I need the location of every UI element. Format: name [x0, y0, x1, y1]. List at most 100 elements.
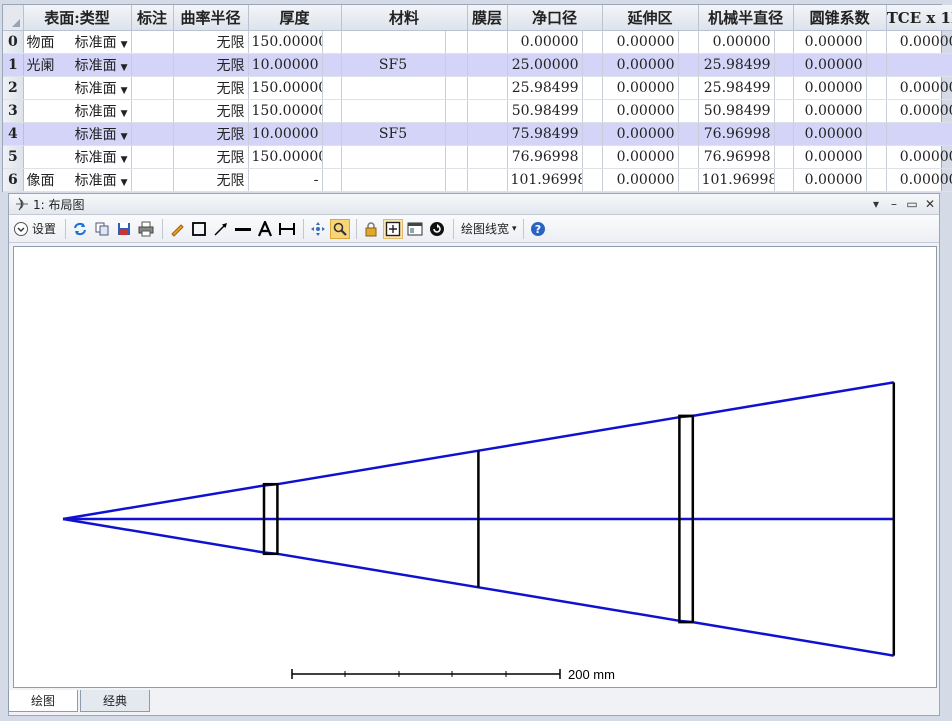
text-button[interactable]	[255, 219, 275, 239]
clear-solve-cell[interactable]	[582, 122, 603, 146]
mech-solve-cell[interactable]	[774, 53, 794, 77]
col-header-surface-type[interactable]: 表面:类型	[23, 5, 132, 31]
mech-solve-cell[interactable]	[774, 30, 794, 54]
table-row[interactable]: 6 像面 标准面 ▼ 无限 - 101.96998 0.00000 101.96998 0.000…	[3, 168, 952, 192]
conic-solve-cell[interactable]	[866, 76, 887, 100]
mech-solve-cell[interactable]	[774, 122, 794, 146]
table-row[interactable]: 1 光阑 标准面 ▼ 无限 10.00000 SF5 25.00000 0.00000 25.98…	[3, 53, 952, 77]
radius-cell[interactable]: 无限	[173, 30, 249, 54]
coating-cell[interactable]	[467, 76, 508, 100]
col-header-tce[interactable]: TCE x 1E-6	[886, 5, 952, 31]
mech-solve-cell[interactable]	[774, 76, 794, 100]
thickness-solve-cell[interactable]	[322, 99, 342, 123]
comment-cell[interactable]	[131, 99, 174, 123]
thickness-cell[interactable]: 150.00000	[248, 30, 323, 54]
conic-solve-cell[interactable]	[866, 30, 887, 54]
conic-cell[interactable]: 0.00000	[793, 122, 867, 146]
clear-solve-cell[interactable]	[582, 168, 603, 192]
clear-solve-cell[interactable]	[582, 53, 603, 77]
table-row[interactable]: 0 物面 标准面 ▼ 无限 150.00000 0.00000 0.00000 0.00000 0…	[3, 30, 952, 54]
thickness-solve-cell[interactable]	[322, 145, 342, 169]
settings-button[interactable]: 设置	[13, 219, 59, 239]
minimize-icon[interactable]: –	[885, 197, 903, 211]
coating-cell[interactable]	[467, 168, 508, 192]
material-solve-cell[interactable]	[445, 122, 468, 146]
radius-cell[interactable]: 无限	[173, 122, 249, 146]
tab-plot[interactable]: 绘图	[8, 690, 79, 712]
material-cell[interactable]: SF5	[341, 53, 446, 77]
col-header-chip-zone[interactable]: 延伸区	[602, 5, 699, 31]
mech-semi-dia-cell[interactable]: 76.96998	[698, 145, 775, 169]
material-cell[interactable]	[341, 99, 446, 123]
thickness-solve-cell[interactable]	[322, 53, 342, 77]
conic-cell[interactable]: 0.00000	[793, 99, 867, 123]
coating-cell[interactable]	[467, 53, 508, 77]
clear-solve-cell[interactable]	[582, 145, 603, 169]
window-titlebar[interactable]: 1: 布局图 ▾ – ▭ ✕	[9, 194, 939, 215]
mech-semi-dia-cell[interactable]: 0.00000	[698, 30, 775, 54]
chip-solve-cell[interactable]	[678, 145, 699, 169]
surface-number[interactable]: 6	[3, 168, 24, 192]
clear-semi-dia-cell[interactable]: 76.96998	[507, 145, 583, 169]
coating-cell[interactable]	[467, 99, 508, 123]
mech-solve-cell[interactable]	[774, 168, 794, 192]
chip-zone-cell[interactable]: 0.00000	[602, 122, 679, 146]
clear-semi-dia-cell[interactable]: 101.96998	[507, 168, 583, 192]
conic-solve-cell[interactable]	[866, 145, 887, 169]
line-button[interactable]	[233, 219, 253, 239]
surface-number[interactable]: 2	[3, 76, 24, 100]
clear-semi-dia-cell[interactable]: 25.00000	[507, 53, 583, 77]
chip-zone-cell[interactable]: 0.00000	[602, 168, 679, 192]
layout-plot-area[interactable]: 200 mm	[13, 246, 937, 688]
conic-cell[interactable]: 0.00000	[793, 30, 867, 54]
clear-semi-dia-cell[interactable]: 50.98499	[507, 99, 583, 123]
surface-type-cell[interactable]: 标准面 ▼	[23, 122, 132, 146]
fit-button[interactable]	[383, 218, 404, 239]
thickness-cell[interactable]: 10.00000	[248, 53, 323, 77]
table-row[interactable]: 5 标准面 ▼ 无限 150.00000 76.96998 0.00000 76.96998 0…	[3, 145, 952, 169]
surface-type-dropdown[interactable]: 标准面 ▼	[75, 78, 128, 98]
chip-zone-cell[interactable]: 0.00000	[602, 145, 679, 169]
material-cell[interactable]	[341, 76, 446, 100]
conic-solve-cell[interactable]	[866, 53, 887, 77]
line-width-dropdown[interactable]: 绘图线宽 ▾	[458, 219, 517, 239]
surface-number[interactable]: 1	[3, 53, 24, 77]
radius-cell[interactable]: 无限	[173, 99, 249, 123]
table-row[interactable]: 2 标准面 ▼ 无限 150.00000 25.98499 0.00000 25.98499 0…	[3, 76, 952, 100]
col-header-radius[interactable]: 曲率半径	[173, 5, 249, 31]
tce-cell[interactable]: -	[886, 122, 952, 146]
tce-cell[interactable]: 0.00000	[886, 168, 952, 192]
thickness-cell[interactable]: 10.00000	[248, 122, 323, 146]
chip-zone-cell[interactable]: 0.00000	[602, 30, 679, 54]
chip-zone-cell[interactable]: 0.00000	[602, 76, 679, 100]
surface-type-cell[interactable]: 标准面 ▼	[23, 76, 132, 100]
coating-cell[interactable]	[467, 122, 508, 146]
col-header-coating[interactable]: 膜层	[467, 5, 508, 31]
thickness-solve-cell[interactable]	[322, 30, 342, 54]
conic-solve-cell[interactable]	[866, 99, 887, 123]
table-row[interactable]: 4 标准面 ▼ 无限 10.00000 SF5 75.98499 0.00000 76.9699…	[3, 122, 952, 146]
chip-zone-cell[interactable]: 0.00000	[602, 53, 679, 77]
conic-solve-cell[interactable]	[866, 122, 887, 146]
copy-button[interactable]	[92, 219, 112, 239]
table-row[interactable]: 3 标准面 ▼ 无限 150.00000 50.98499 0.00000 50.98499 0…	[3, 99, 952, 123]
comment-cell[interactable]	[131, 168, 174, 192]
clear-semi-dia-cell[interactable]: 75.98499	[507, 122, 583, 146]
clear-solve-cell[interactable]	[582, 99, 603, 123]
surface-type-dropdown[interactable]: 标准面 ▼	[75, 101, 128, 121]
chip-solve-cell[interactable]	[678, 76, 699, 100]
surface-type-cell[interactable]: 标准面 ▼	[23, 145, 132, 169]
thickness-cell[interactable]: 150.00000	[248, 76, 323, 100]
surface-type-dropdown[interactable]: 标准面 ▼	[75, 55, 128, 75]
comment-cell[interactable]	[131, 30, 174, 54]
col-header-mech-semi-dia[interactable]: 机械半直径	[698, 5, 794, 31]
conic-cell[interactable]: 0.00000	[793, 145, 867, 169]
chip-solve-cell[interactable]	[678, 30, 699, 54]
clear-solve-cell[interactable]	[582, 76, 603, 100]
clear-semi-dia-cell[interactable]: 0.00000	[507, 30, 583, 54]
material-solve-cell[interactable]	[445, 30, 468, 54]
material-cell[interactable]	[341, 30, 446, 54]
surface-type-dropdown[interactable]: 标准面 ▼	[75, 170, 128, 190]
material-cell[interactable]	[341, 168, 446, 192]
surface-type-cell[interactable]: 光阑 标准面 ▼	[23, 53, 132, 77]
